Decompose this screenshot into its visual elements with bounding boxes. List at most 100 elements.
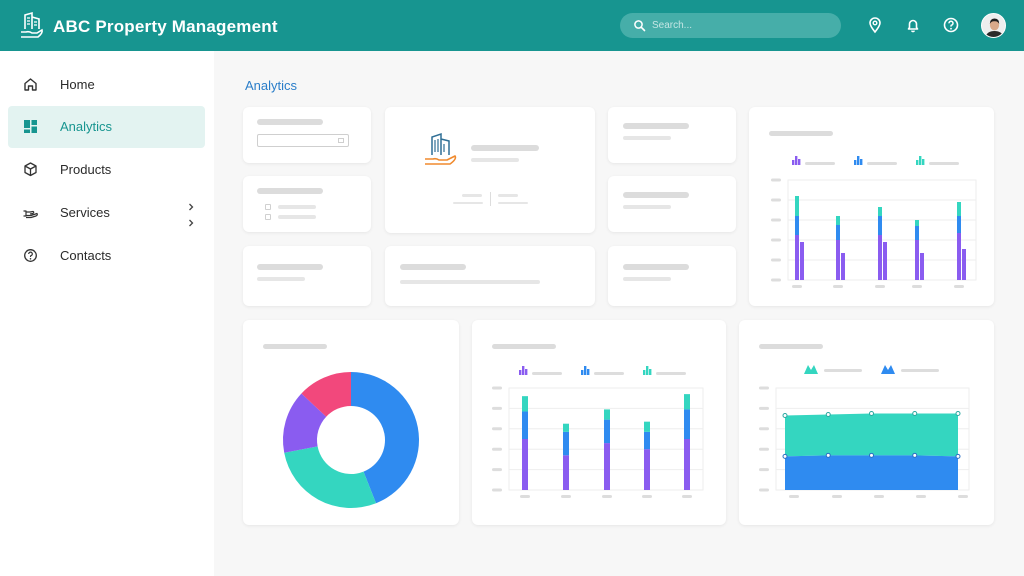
dashboard-icon bbox=[22, 118, 39, 135]
y-tick-label bbox=[771, 238, 781, 242]
sidebar-item-products[interactable]: Products bbox=[8, 149, 205, 191]
bar-segment bbox=[522, 439, 528, 490]
stacked-bar-chart bbox=[492, 366, 704, 498]
x-tick-label bbox=[833, 285, 843, 288]
bar-segment bbox=[957, 202, 961, 216]
bar-segment bbox=[644, 431, 650, 450]
sidebar-item-label: Home bbox=[60, 77, 95, 92]
area-chart-card bbox=[739, 320, 994, 525]
data-point bbox=[912, 411, 918, 416]
search-input[interactable] bbox=[652, 13, 832, 38]
y-tick-label bbox=[492, 427, 502, 431]
search-bar[interactable] bbox=[620, 13, 841, 38]
data-point bbox=[869, 411, 874, 416]
chevron-right-icon[interactable] bbox=[187, 203, 195, 211]
data-point bbox=[955, 411, 961, 416]
bar-segment bbox=[604, 443, 610, 490]
bar-segment bbox=[957, 216, 961, 233]
legend-label bbox=[532, 372, 562, 375]
checkbox[interactable] bbox=[265, 204, 271, 210]
y-tick-label bbox=[492, 406, 502, 410]
page-title: Analytics bbox=[245, 78, 298, 93]
y-tick-label bbox=[492, 447, 502, 451]
sidebar-item-services[interactable]: Services bbox=[8, 192, 205, 234]
home-icon bbox=[22, 76, 39, 93]
legend-label bbox=[656, 372, 686, 375]
property-card bbox=[385, 107, 595, 233]
x-tick-label bbox=[682, 495, 692, 498]
location-pin-icon[interactable] bbox=[866, 16, 884, 34]
x-tick-label bbox=[958, 495, 968, 498]
avatar[interactable] bbox=[981, 13, 1006, 38]
bar-segment bbox=[836, 240, 840, 280]
sidebar-item-label: Contacts bbox=[60, 248, 112, 263]
legend-icon bbox=[649, 369, 652, 375]
bar-segment bbox=[563, 431, 569, 456]
bar bbox=[800, 242, 804, 280]
legend-icon bbox=[919, 156, 922, 165]
y-tick-label bbox=[759, 447, 769, 451]
y-tick-label bbox=[492, 386, 502, 390]
checkbox[interactable] bbox=[265, 214, 271, 220]
data-point bbox=[869, 452, 874, 458]
legend-icon bbox=[795, 156, 798, 165]
bar-segment bbox=[644, 449, 650, 490]
bar-segment bbox=[878, 207, 882, 216]
summary-card bbox=[385, 246, 595, 306]
bar-segment bbox=[522, 396, 528, 412]
y-tick-label bbox=[771, 178, 781, 182]
data-point bbox=[912, 452, 918, 458]
building-hand-icon bbox=[423, 131, 459, 173]
bar bbox=[883, 242, 887, 280]
date-field[interactable] bbox=[257, 134, 349, 147]
y-tick-label bbox=[759, 488, 769, 492]
bar-chart-card bbox=[749, 107, 994, 306]
bar-segment bbox=[795, 216, 799, 235]
legend-icon bbox=[525, 369, 528, 375]
app-title: ABC Property Management bbox=[53, 17, 278, 36]
bar-segment bbox=[604, 409, 610, 420]
search-icon bbox=[633, 19, 646, 32]
sidebar-item-label: Services bbox=[60, 205, 110, 220]
legend-label bbox=[805, 162, 835, 165]
bar-segment bbox=[644, 421, 650, 432]
donut-slice bbox=[284, 446, 377, 508]
bar bbox=[962, 249, 966, 280]
area-chart bbox=[759, 365, 970, 498]
bar-segment bbox=[836, 216, 840, 225]
x-tick-label bbox=[912, 285, 922, 288]
bar-segment bbox=[604, 419, 610, 444]
sidebar-item-home[interactable]: Home bbox=[8, 64, 205, 106]
area-series bbox=[785, 413, 958, 457]
y-tick-label bbox=[759, 406, 769, 410]
bar-segment bbox=[915, 240, 919, 280]
legend-label bbox=[867, 162, 897, 165]
legend-icon bbox=[522, 366, 525, 375]
donut-chart bbox=[283, 372, 420, 508]
bar-segment bbox=[563, 455, 569, 490]
bell-icon[interactable] bbox=[904, 16, 922, 34]
bar-segment bbox=[957, 233, 961, 280]
legend-label bbox=[901, 369, 939, 372]
help-icon[interactable] bbox=[942, 16, 960, 34]
bar-segment bbox=[795, 196, 799, 216]
sidebar-item-contacts[interactable]: Contacts bbox=[8, 235, 205, 277]
bar-segment bbox=[684, 439, 690, 490]
donut-chart-card bbox=[243, 320, 459, 525]
x-tick-label bbox=[602, 495, 612, 498]
legend-icon bbox=[857, 156, 860, 165]
chevron-right-icon[interactable] bbox=[187, 219, 195, 227]
x-tick-label bbox=[874, 495, 884, 498]
help-circle-icon bbox=[22, 247, 39, 264]
bar-segment bbox=[878, 235, 882, 280]
x-tick-label bbox=[520, 495, 530, 498]
sidebar-item-analytics[interactable]: Analytics bbox=[8, 106, 205, 148]
legend-icon bbox=[643, 370, 646, 375]
legend-label bbox=[594, 372, 624, 375]
x-tick-label bbox=[875, 285, 885, 288]
legend-icon bbox=[804, 365, 818, 374]
stat-card bbox=[243, 246, 371, 306]
y-tick-label bbox=[759, 427, 769, 431]
legend-icon bbox=[916, 160, 919, 165]
legend-icon bbox=[860, 159, 863, 165]
